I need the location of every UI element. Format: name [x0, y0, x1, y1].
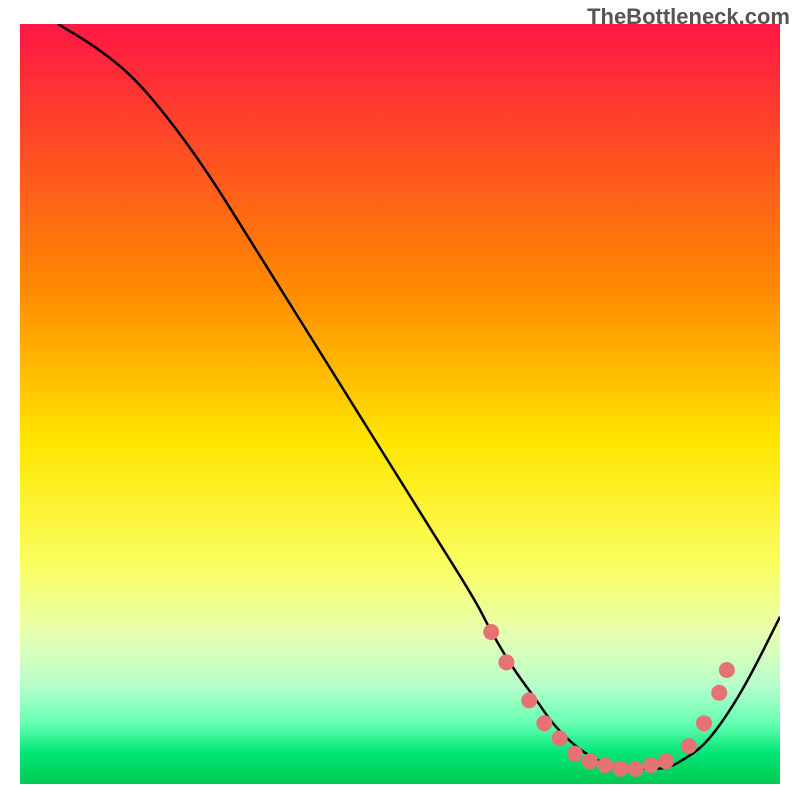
highlight-dot: [567, 746, 583, 762]
highlight-dot: [582, 753, 598, 769]
highlight-dot: [498, 654, 514, 670]
highlight-dot: [643, 757, 659, 773]
highlight-dot: [597, 757, 613, 773]
chart-svg: [20, 24, 780, 784]
highlight-dot: [711, 685, 727, 701]
highlight-dot: [552, 730, 568, 746]
highlight-dot: [696, 715, 712, 731]
highlight-dot: [658, 753, 674, 769]
highlight-dot: [681, 738, 697, 754]
highlight-dot: [628, 761, 644, 777]
highlight-dot: [521, 692, 537, 708]
highlight-dot: [483, 624, 499, 640]
chart-container: TheBottleneck.com: [0, 0, 800, 800]
highlight-dot: [536, 715, 552, 731]
watermark-text: TheBottleneck.com: [587, 4, 790, 30]
highlight-dot: [719, 662, 735, 678]
chart-background: [20, 24, 780, 784]
plot-area: [20, 24, 780, 784]
highlight-dot: [612, 761, 628, 777]
